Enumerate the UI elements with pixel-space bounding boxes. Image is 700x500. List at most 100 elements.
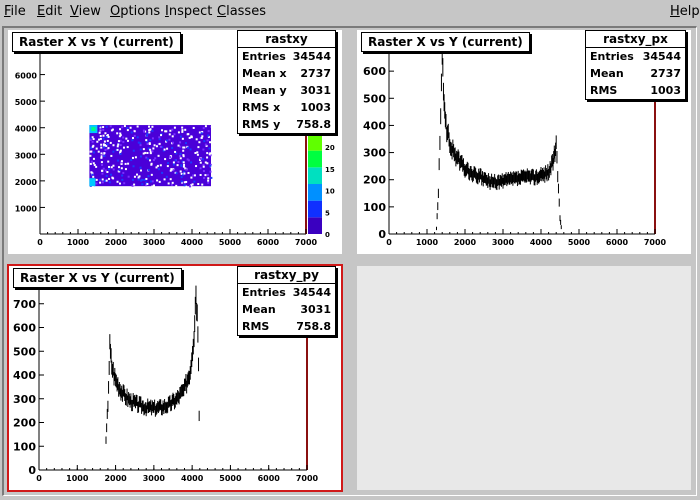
pad-rastxy-py[interactable]: 0 1000 2000 3000 4000 5000 6000 7000 0 100 200 300 4… bbox=[7, 264, 343, 492]
heatmap-cell bbox=[116, 159, 119, 162]
stats-row: Entries 34544 bbox=[242, 50, 331, 63]
pad-title: Raster X vs Y (current) bbox=[13, 268, 182, 288]
heatmap-cell bbox=[183, 172, 186, 175]
heatmap-cell bbox=[100, 146, 103, 149]
heatmap-cell bbox=[139, 166, 142, 169]
heatmap-cell bbox=[122, 140, 125, 143]
pad-rastxy[interactable]: 0 1000 2000 3000 4000 5000 6000 7000 1000 2000 300… bbox=[8, 30, 342, 254]
heatmap-cell bbox=[189, 185, 192, 188]
heatmap-cell bbox=[101, 181, 104, 184]
heatmap-cell bbox=[207, 177, 210, 180]
menu-help[interactable]: Help bbox=[670, 4, 700, 19]
y-tick-label: 0 bbox=[28, 464, 36, 477]
heatmap-cell bbox=[127, 162, 130, 165]
pad-title: Raster X vs Y (current) bbox=[12, 32, 181, 52]
heatmap-cell bbox=[91, 136, 94, 139]
heatmap-cell bbox=[109, 141, 112, 144]
heatmap-cell bbox=[184, 128, 187, 131]
z-tick-label: 0 bbox=[325, 231, 330, 239]
stats-row: Mean x 2737 bbox=[242, 67, 331, 80]
pad-rastxy-px[interactable]: 0 1000 2000 3000 4000 5000 6000 7000 0 100 200 300 4… bbox=[357, 30, 691, 254]
heatmap-cell bbox=[182, 149, 185, 152]
heatmap-cell bbox=[118, 182, 121, 185]
x-tick-label: 3000 bbox=[143, 238, 166, 247]
heatmap-cell bbox=[121, 174, 124, 177]
heatmap-cell bbox=[179, 141, 182, 144]
menu-inspect[interactable]: Inspect bbox=[165, 4, 212, 19]
heatmap-cell bbox=[187, 146, 190, 149]
heatmap-cell bbox=[161, 129, 164, 132]
heatmap-cell bbox=[157, 154, 160, 157]
stats-name: rastxy_px bbox=[586, 31, 685, 48]
stats-box: rastxy Entries 34544 Mean x 2737 Mean y 303… bbox=[237, 30, 336, 134]
heatmap-cell bbox=[173, 133, 176, 136]
y-tick-label: 100 bbox=[363, 201, 386, 214]
color-scale-segment bbox=[308, 134, 322, 151]
heatmap-cell bbox=[183, 184, 186, 187]
heatmap-cell bbox=[201, 183, 204, 186]
y-tick-label: 600 bbox=[363, 65, 386, 78]
x-tick-label: 5000 bbox=[219, 474, 242, 483]
z-tick-label: 5 bbox=[325, 209, 330, 217]
pad-empty[interactable] bbox=[357, 266, 691, 490]
stats-box: rastxy_px Entries 34544 Mean 2737 RMS 1003 bbox=[585, 30, 686, 100]
heatmap-cell bbox=[167, 162, 170, 165]
heatmap-cell bbox=[202, 148, 205, 151]
heatmap-cell bbox=[93, 151, 96, 154]
heatmap-cell bbox=[189, 148, 192, 151]
stats-row: Mean 3031 bbox=[242, 303, 331, 316]
menu-edit[interactable]: Edit bbox=[37, 4, 62, 19]
heatmap-cell bbox=[164, 158, 167, 161]
heatmap-cell bbox=[95, 147, 98, 150]
pad-title: Raster X vs Y (current) bbox=[361, 32, 530, 52]
heatmap-cell bbox=[202, 165, 205, 168]
heatmap-cell bbox=[105, 125, 108, 128]
heatmap-cell bbox=[199, 161, 202, 164]
stats-row: RMS y 758.8 bbox=[242, 118, 331, 131]
heatmap-cell bbox=[116, 148, 119, 151]
heatmap-cell bbox=[201, 158, 204, 161]
heatmap-cell bbox=[199, 157, 202, 160]
menu-classes[interactable]: Classes bbox=[217, 4, 266, 19]
heatmap-cell bbox=[163, 148, 166, 151]
heatmap-cell bbox=[183, 163, 186, 166]
menu-view[interactable]: View bbox=[70, 4, 101, 19]
heatmap-cell bbox=[145, 134, 148, 137]
heatmap-cell bbox=[100, 152, 103, 155]
stats-name: rastxy bbox=[238, 31, 335, 48]
heatmap-cell bbox=[207, 130, 210, 133]
y-tick-label: 3000 bbox=[15, 151, 38, 160]
heatmap-cell bbox=[160, 134, 163, 137]
heatmap-cell bbox=[203, 177, 206, 180]
y-tick-label: 200 bbox=[13, 417, 36, 430]
z-tick-label: 15 bbox=[325, 166, 335, 174]
heatmap-cell bbox=[92, 175, 95, 178]
heatmap-cell bbox=[90, 160, 93, 163]
heatmap-cell bbox=[175, 172, 178, 175]
heatmap-cell bbox=[133, 130, 136, 133]
heatmap-cell bbox=[133, 183, 136, 186]
heatmap-cell bbox=[131, 156, 134, 159]
heatmap-cell bbox=[120, 160, 123, 163]
y-tick-label: 300 bbox=[363, 147, 386, 160]
heatmap-cell bbox=[130, 131, 133, 134]
heatmap-cell bbox=[187, 171, 190, 174]
heatmap-cell bbox=[195, 138, 198, 141]
heatmap-cell bbox=[97, 150, 100, 153]
heatmap-cell bbox=[167, 182, 170, 185]
heatmap-cell bbox=[153, 144, 156, 147]
heatmap-cell bbox=[132, 165, 135, 168]
heatmap-cell bbox=[136, 173, 139, 176]
heatmap-cell bbox=[184, 142, 187, 145]
menu-options[interactable]: Options bbox=[110, 4, 160, 19]
heatmap-cell bbox=[95, 182, 98, 185]
heatmap-cell bbox=[132, 149, 135, 152]
x-tick-label: 7000 bbox=[296, 474, 319, 483]
heatmap-cell bbox=[148, 131, 151, 134]
heatmap-cell bbox=[101, 178, 104, 181]
heatmap-cell bbox=[101, 169, 104, 172]
menu-file[interactable]: File bbox=[4, 4, 26, 19]
heatmap-cell bbox=[108, 165, 111, 168]
heatmap-cell bbox=[102, 143, 105, 146]
stats-name: rastxy_py bbox=[238, 267, 335, 284]
